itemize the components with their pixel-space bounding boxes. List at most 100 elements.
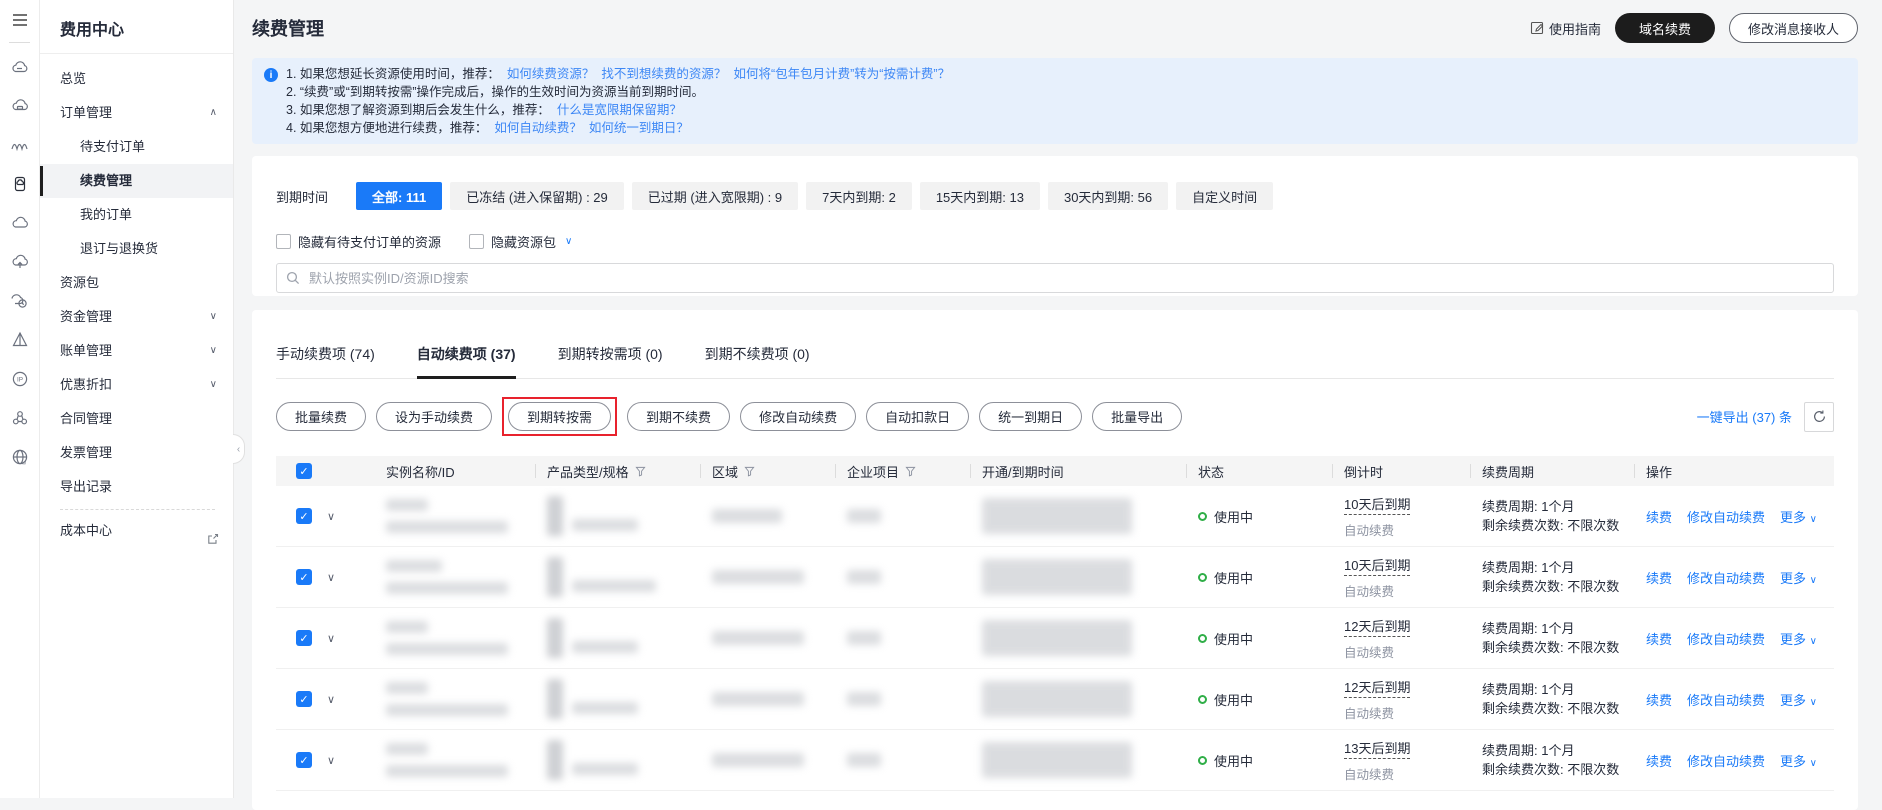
unified-expiry-date-button[interactable]: 统一到期日: [979, 402, 1083, 431]
menu-icon[interactable]: [0, 0, 40, 40]
renew-link[interactable]: 续费: [1646, 751, 1672, 770]
domain-renewal-button[interactable]: 域名续费: [1614, 13, 1715, 43]
sidebar-item-billing-management[interactable]: 账单管理 ∨: [40, 334, 233, 368]
server-panel-icon[interactable]: [0, 164, 40, 203]
tab-expire-to-ondemand[interactable]: 到期转按需项 (0): [558, 344, 663, 378]
tab-auto-renewal[interactable]: 自动续费项 (37): [416, 344, 516, 379]
filter-15days[interactable]: 15天内到期: 13: [919, 182, 1040, 210]
more-link[interactable]: 更多 ∨: [1780, 690, 1817, 709]
countdown-text[interactable]: 12天后到期: [1344, 616, 1411, 637]
batch-export-button[interactable]: 批量导出: [1092, 402, 1183, 431]
auto-deduction-date-button[interactable]: 自动扣款日: [866, 402, 970, 431]
sidebar-item-renewal-management[interactable]: 续费管理: [40, 164, 233, 198]
checkbox-unchecked[interactable]: [469, 234, 485, 249]
more-link[interactable]: 更多 ∨: [1780, 507, 1817, 526]
chevron-down-icon: ∨: [1809, 757, 1817, 769]
filter-funnel-icon[interactable]: [635, 466, 646, 477]
usage-guide-link[interactable]: 使用指南: [1530, 19, 1601, 38]
more-link[interactable]: 更多 ∨: [1780, 629, 1817, 648]
prism-icon[interactable]: [0, 320, 40, 359]
countdown-text[interactable]: 12天后到期: [1344, 677, 1411, 698]
more-link[interactable]: 更多 ∨: [1780, 751, 1817, 770]
cluster-icon[interactable]: [0, 398, 40, 437]
modify-message-receiver-button[interactable]: 修改消息接收人: [1728, 13, 1858, 43]
cloud-clock-icon[interactable]: [0, 281, 40, 320]
select-all-checkbox[interactable]: ✓: [296, 463, 312, 479]
row-expand-chevron-icon[interactable]: ∨: [327, 693, 335, 706]
renew-link[interactable]: 续费: [1646, 507, 1672, 526]
cloud-card-icon[interactable]: [0, 86, 40, 125]
sidebar-item-order-management[interactable]: 订单管理 ∧: [40, 96, 233, 130]
modify-auto-renewal-link[interactable]: 修改自动续费: [1687, 751, 1765, 770]
sidebar-item-overview[interactable]: 总览: [40, 62, 233, 96]
cloud-server-icon[interactable]: [0, 47, 40, 86]
table-header: ✓ 实例名称/ID 产品类型/规格 区域 企业项目 开通/到期时间 状态 倒计时…: [276, 456, 1834, 486]
expire-to-ondemand-button[interactable]: 到期转按需: [508, 402, 612, 431]
wave-icon[interactable]: [0, 125, 40, 164]
chevron-down-icon: ∨: [1809, 696, 1817, 708]
modify-auto-renewal-link[interactable]: 修改自动续费: [1687, 568, 1765, 587]
row-expand-chevron-icon[interactable]: ∨: [327, 510, 335, 523]
one-click-export-link[interactable]: 一键导出 (37) 条: [1697, 407, 1792, 426]
redacted-instance-id: [386, 643, 508, 655]
countdown-text[interactable]: 10天后到期: [1344, 555, 1411, 576]
countdown-text[interactable]: 13天后到期: [1344, 738, 1411, 759]
hide-resource-packages-checkbox[interactable]: 隐藏资源包 ∨: [469, 232, 572, 251]
cloud-icon[interactable]: [0, 203, 40, 242]
renew-link[interactable]: 续费: [1646, 690, 1672, 709]
row-checkbox[interactable]: ✓: [296, 691, 312, 707]
notice-link[interactable]: 如何统一到期日？: [589, 121, 689, 135]
sidebar-item-my-orders[interactable]: 我的订单: [40, 198, 233, 232]
ip-icon[interactable]: IP: [0, 359, 40, 398]
modify-auto-renewal-link[interactable]: 修改自动续费: [1687, 629, 1765, 648]
chevron-down-icon[interactable]: ∨: [565, 236, 572, 247]
filter-custom-time[interactable]: 自定义时间: [1176, 182, 1274, 210]
hide-pending-order-resources-checkbox[interactable]: 隐藏有待支付订单的资源: [276, 232, 441, 251]
checkbox-unchecked[interactable]: [276, 234, 291, 249]
row-expand-chevron-icon[interactable]: ∨: [327, 571, 335, 584]
notice-link[interactable]: 找不到想续费的资源？: [601, 67, 726, 81]
sidebar-item-contract-management[interactable]: 合同管理: [40, 402, 233, 436]
filter-30days[interactable]: 30天内到期: 56: [1047, 182, 1169, 210]
renew-link[interactable]: 续费: [1646, 568, 1672, 587]
cloud-upload-icon[interactable]: [0, 242, 40, 281]
filter-funnel-icon[interactable]: [744, 466, 755, 477]
tab-expire-no-renewal[interactable]: 到期不续费项 (0): [705, 344, 810, 378]
notice-link[interactable]: 如何续费资源？: [507, 67, 595, 81]
sidebar-item-pending-orders[interactable]: 待支付订单: [40, 130, 233, 164]
sidebar-item-unsubscribe[interactable]: 退订与退换货: [40, 232, 233, 266]
filter-7days[interactable]: 7天内到期: 2: [806, 182, 912, 210]
more-link[interactable]: 更多 ∨: [1780, 568, 1817, 587]
modify-auto-renewal-link[interactable]: 修改自动续费: [1687, 690, 1765, 709]
row-expand-chevron-icon[interactable]: ∨: [327, 632, 335, 645]
row-checkbox[interactable]: ✓: [296, 508, 312, 524]
filter-all[interactable]: 全部: 111: [356, 182, 443, 210]
row-checkbox[interactable]: ✓: [296, 752, 312, 768]
batch-renew-button[interactable]: 批量续费: [276, 402, 367, 431]
sidebar-item-export-records[interactable]: 导出记录: [40, 470, 233, 504]
row-expand-chevron-icon[interactable]: ∨: [327, 754, 335, 767]
globe-icon[interactable]: w: [0, 437, 40, 476]
set-manual-renewal-button[interactable]: 设为手动续费: [376, 402, 493, 431]
search-input[interactable]: [276, 263, 1834, 293]
sidebar-item-discounts[interactable]: 优惠折扣 ∨: [40, 368, 233, 402]
modify-auto-renewal-button[interactable]: 修改自动续费: [740, 402, 857, 431]
row-checkbox[interactable]: ✓: [296, 569, 312, 585]
refresh-button[interactable]: [1804, 401, 1834, 432]
countdown-text[interactable]: 10天后到期: [1344, 494, 1411, 515]
sidebar-item-resource-packages[interactable]: 资源包: [40, 266, 233, 300]
modify-auto-renewal-link[interactable]: 修改自动续费: [1687, 507, 1765, 526]
row-checkbox[interactable]: ✓: [296, 630, 312, 646]
sidebar-item-invoice-management[interactable]: 发票管理: [40, 436, 233, 470]
notice-link[interactable]: 如何自动续费？: [494, 121, 582, 135]
expire-no-renewal-button[interactable]: 到期不续费: [627, 402, 731, 431]
sidebar-item-cost-center[interactable]: 成本中心: [40, 514, 233, 548]
sidebar-item-funds-management[interactable]: 资金管理 ∨: [40, 300, 233, 334]
renew-link[interactable]: 续费: [1646, 629, 1672, 648]
notice-link[interactable]: 什么是宽限期保留期？: [557, 103, 682, 117]
notice-link[interactable]: 如何将“包年包月计费”转为“按需计费”？: [733, 67, 950, 81]
filter-frozen[interactable]: 已冻结 (进入保留期) : 29: [450, 182, 624, 210]
tab-manual-renewal[interactable]: 手动续费项 (74): [276, 344, 375, 378]
filter-expired[interactable]: 已过期 (进入宽限期) : 9: [631, 182, 799, 210]
filter-funnel-icon[interactable]: [905, 466, 916, 477]
